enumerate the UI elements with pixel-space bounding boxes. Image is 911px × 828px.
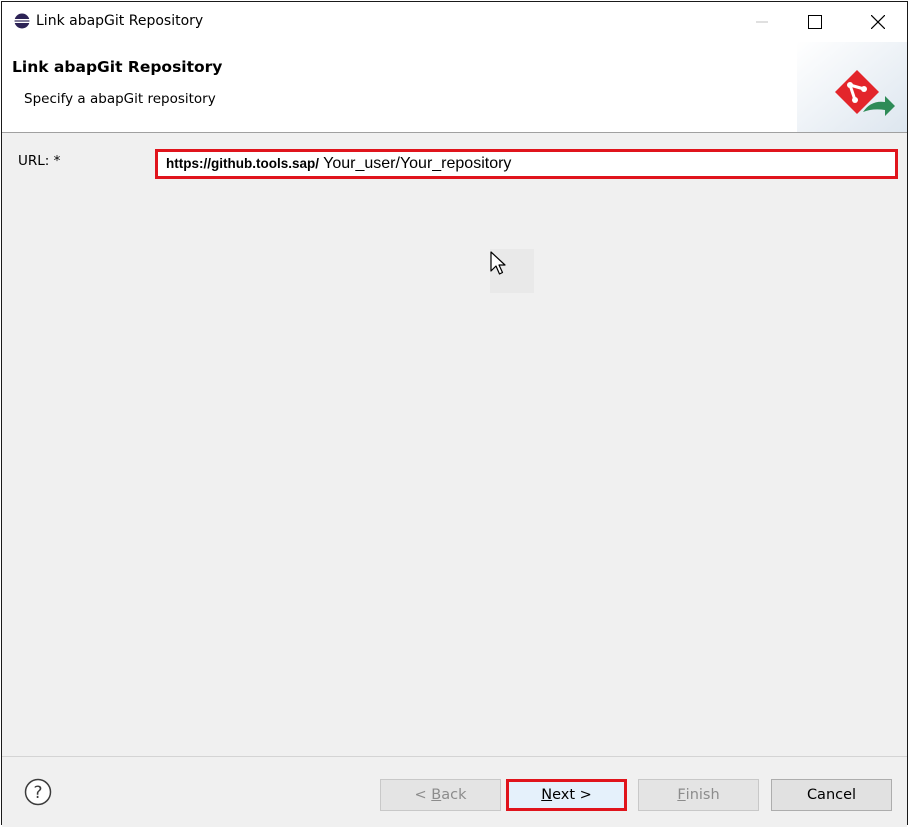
close-button[interactable]: [855, 2, 901, 42]
finish-mnemonic: F: [677, 787, 686, 803]
page-description: Specify a abapGit repository: [24, 91, 216, 107]
finish-button[interactable]: Finish: [638, 779, 759, 811]
eclipse-icon: [14, 13, 30, 29]
back-prefix: <: [414, 787, 432, 803]
pointer-icon: [490, 251, 506, 275]
button-bar: ? < Back Next > Finish Cancel: [2, 756, 907, 827]
next-button[interactable]: Next >: [506, 779, 627, 811]
finish-rest: inish: [685, 787, 720, 803]
wizard-content: URL: * https://github.tools.sap/ Your_us…: [2, 133, 907, 755]
help-icon[interactable]: ?: [24, 778, 52, 806]
next-rest: ext >: [552, 787, 592, 803]
dialog-window: Link abapGit Repository Link abapGit Rep…: [1, 1, 908, 827]
url-input[interactable]: https://github.tools.sap/ Your_user/Your…: [155, 149, 898, 179]
url-base: https://github.tools.sap/: [166, 156, 319, 171]
maximize-button[interactable]: [792, 2, 838, 42]
title-bar: Link abapGit Repository: [2, 2, 907, 42]
minimize-button[interactable]: [739, 2, 785, 42]
minimize-icon: [756, 21, 768, 23]
mouse-cursor: [490, 249, 534, 293]
cancel-button[interactable]: Cancel: [771, 779, 892, 811]
back-mnemonic: B: [431, 787, 442, 803]
back-button[interactable]: < Back: [380, 779, 501, 811]
url-label: URL: *: [18, 153, 61, 169]
url-path: Your_user/Your_repository: [318, 155, 512, 172]
maximize-icon: [808, 15, 822, 29]
svg-text:?: ?: [33, 783, 42, 803]
next-mnemonic: N: [541, 787, 553, 803]
wizard-banner: Link abapGit Repository Specify a abapGi…: [2, 42, 907, 133]
back-rest: ack: [441, 787, 467, 803]
close-icon: [871, 15, 885, 29]
window-title: Link abapGit Repository: [36, 13, 204, 29]
abapgit-link-icon: [797, 42, 907, 132]
page-title: Link abapGit Repository: [12, 58, 223, 76]
